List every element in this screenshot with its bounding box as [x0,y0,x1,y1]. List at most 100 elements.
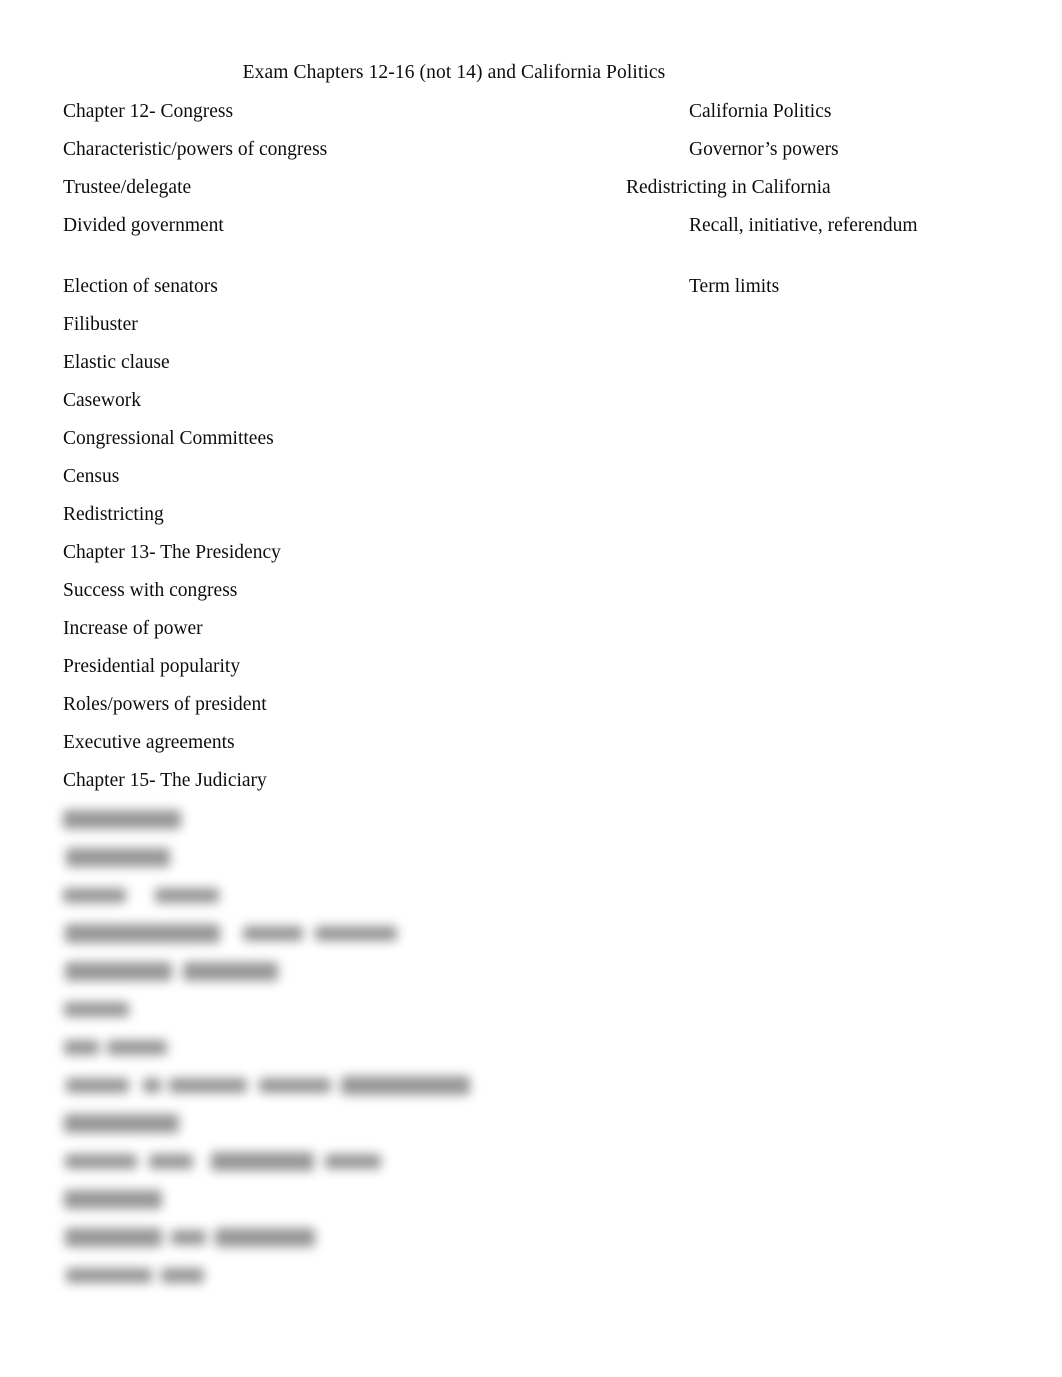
outline-row: Increase of power [0,616,1062,654]
redacted-line [0,1262,1062,1300]
redacted-line-smudge [63,1190,162,1209]
outline-row: Filibuster [0,312,1062,350]
outline-item-right: Recall, initiative, referendum [689,215,918,236]
redacted-line-smudge [63,1114,179,1133]
redacted-word [66,1268,152,1283]
redacted-word [325,1154,381,1169]
redacted-line-smudge [63,1152,381,1171]
outline-row: Trustee/delegate Redistricting in Califor… [0,175,1062,213]
redacted-word [315,926,397,941]
redacted-word [65,1154,137,1169]
outline-item-right: Redistricting in California [626,177,831,198]
outline-item-left: Casework [63,390,141,411]
outline-item-left: Increase of power [63,618,203,639]
outline-row: Elastic clause [0,350,1062,388]
redacted-line [0,1148,1062,1186]
redacted-line [0,1186,1062,1224]
outline-item-left: Presidential popularity [63,656,241,677]
redacted-word [149,1154,193,1169]
outline-item-left: Census [63,466,120,487]
redacted-line-smudge [63,810,181,829]
outline-row: Casework [0,388,1062,426]
outline-item-left: Characteristic/powers of congress [63,139,328,160]
redacted-line-smudge [63,886,219,905]
redacted-word [64,1190,162,1209]
outline-item-left: Chapter 13- The Presidency [63,542,281,563]
outline-item-left: Executive agreements [63,732,235,753]
outline-item-left: Redistricting [63,504,164,525]
redacted-line-smudge [63,1000,129,1019]
outline-row: Election of senators Term limits [0,274,1062,312]
redacted-word [107,1040,167,1055]
redacted-word [64,1040,99,1055]
redacted-word [161,1268,204,1283]
redacted-word [65,962,172,981]
outline-item-right: Term limits [689,276,780,297]
redacted-line [0,1224,1062,1262]
redacted-word [65,1228,162,1247]
outline-item-left: Roles/powers of president [63,694,267,715]
outline-item-left: Congressional Committees [63,428,274,449]
redacted-word [215,1228,315,1247]
outline-item-right: California Politics [689,101,832,122]
redacted-line [0,1072,1062,1110]
redacted-word [171,1230,206,1245]
outline-row: Redistricting [0,502,1062,540]
outline-row: Census [0,464,1062,502]
redacted-word [259,1078,331,1093]
outline-item-left: Chapter 15- The Judiciary [63,770,267,791]
redacted-word [64,1002,129,1017]
redacted-word [155,888,219,903]
redacted-word [63,810,181,829]
outline-item-left: Trustee/delegate [63,177,192,198]
outline-row [0,251,1062,274]
redacted-line [0,996,1062,1034]
outline-row: Success with congress [0,578,1062,616]
redacted-line [0,806,1062,844]
redacted-line [0,1110,1062,1148]
outline-item-left: Divided government [63,215,224,236]
redacted-word [64,1114,179,1133]
redacted-line [0,882,1062,920]
redacted-word [183,962,278,981]
outline-item-left: Success with congress [63,580,238,601]
redacted-line [0,958,1062,996]
redacted-line-smudge [63,1038,167,1057]
redacted-word [169,1078,247,1093]
redacted-line-smudge [63,1266,204,1285]
outline-row: Chapter 13- The Presidency [0,540,1062,578]
outline-list: Chapter 12- Congress California Politics C… [0,99,1062,806]
outline-item-left: Chapter 12- Congress [63,101,234,122]
redacted-word [211,1152,314,1171]
outline-row: Congressional Committees [0,426,1062,464]
outline-row: Chapter 12- Congress California Politics [0,99,1062,137]
redacted-line [0,844,1062,882]
redacted-line-smudge [63,924,397,943]
outline-row: Divided government Recall, initiative, re… [0,213,1062,251]
page-title: Exam Chapters 12-16 (not 14) and Califor… [242,62,666,83]
outline-item-left: Filibuster [63,314,138,335]
outline-item-left: Elastic clause [63,352,170,373]
redacted-word [243,926,303,941]
outline-row: Roles/powers of president [0,692,1062,730]
redacted-word [143,1078,161,1093]
redacted-word [66,848,170,867]
document-page: Exam Chapters 12-16 (not 14) and Califor… [0,0,1062,1377]
outline-row: Chapter 15- The Judiciary [0,768,1062,806]
redacted-line-smudge [63,962,278,981]
outline-row: Executive agreements [0,730,1062,768]
redacted-line [0,920,1062,958]
redacted-line [0,1034,1062,1072]
redacted-line-smudge [63,848,170,867]
outline-row: Characteristic/powers of congress Governo… [0,137,1062,175]
outline-item-left: Election of senators [63,276,218,297]
outline-item-right: Governor’s powers [689,139,839,160]
redacted-word [66,1078,129,1093]
redacted-word [63,888,126,903]
redacted-line-smudge [63,1228,315,1247]
outline-row: Presidential popularity [0,654,1062,692]
redacted-word [341,1076,470,1095]
redacted-word [65,924,220,943]
redacted-line-smudge [63,1076,470,1095]
redacted-text-block [0,806,1062,1300]
